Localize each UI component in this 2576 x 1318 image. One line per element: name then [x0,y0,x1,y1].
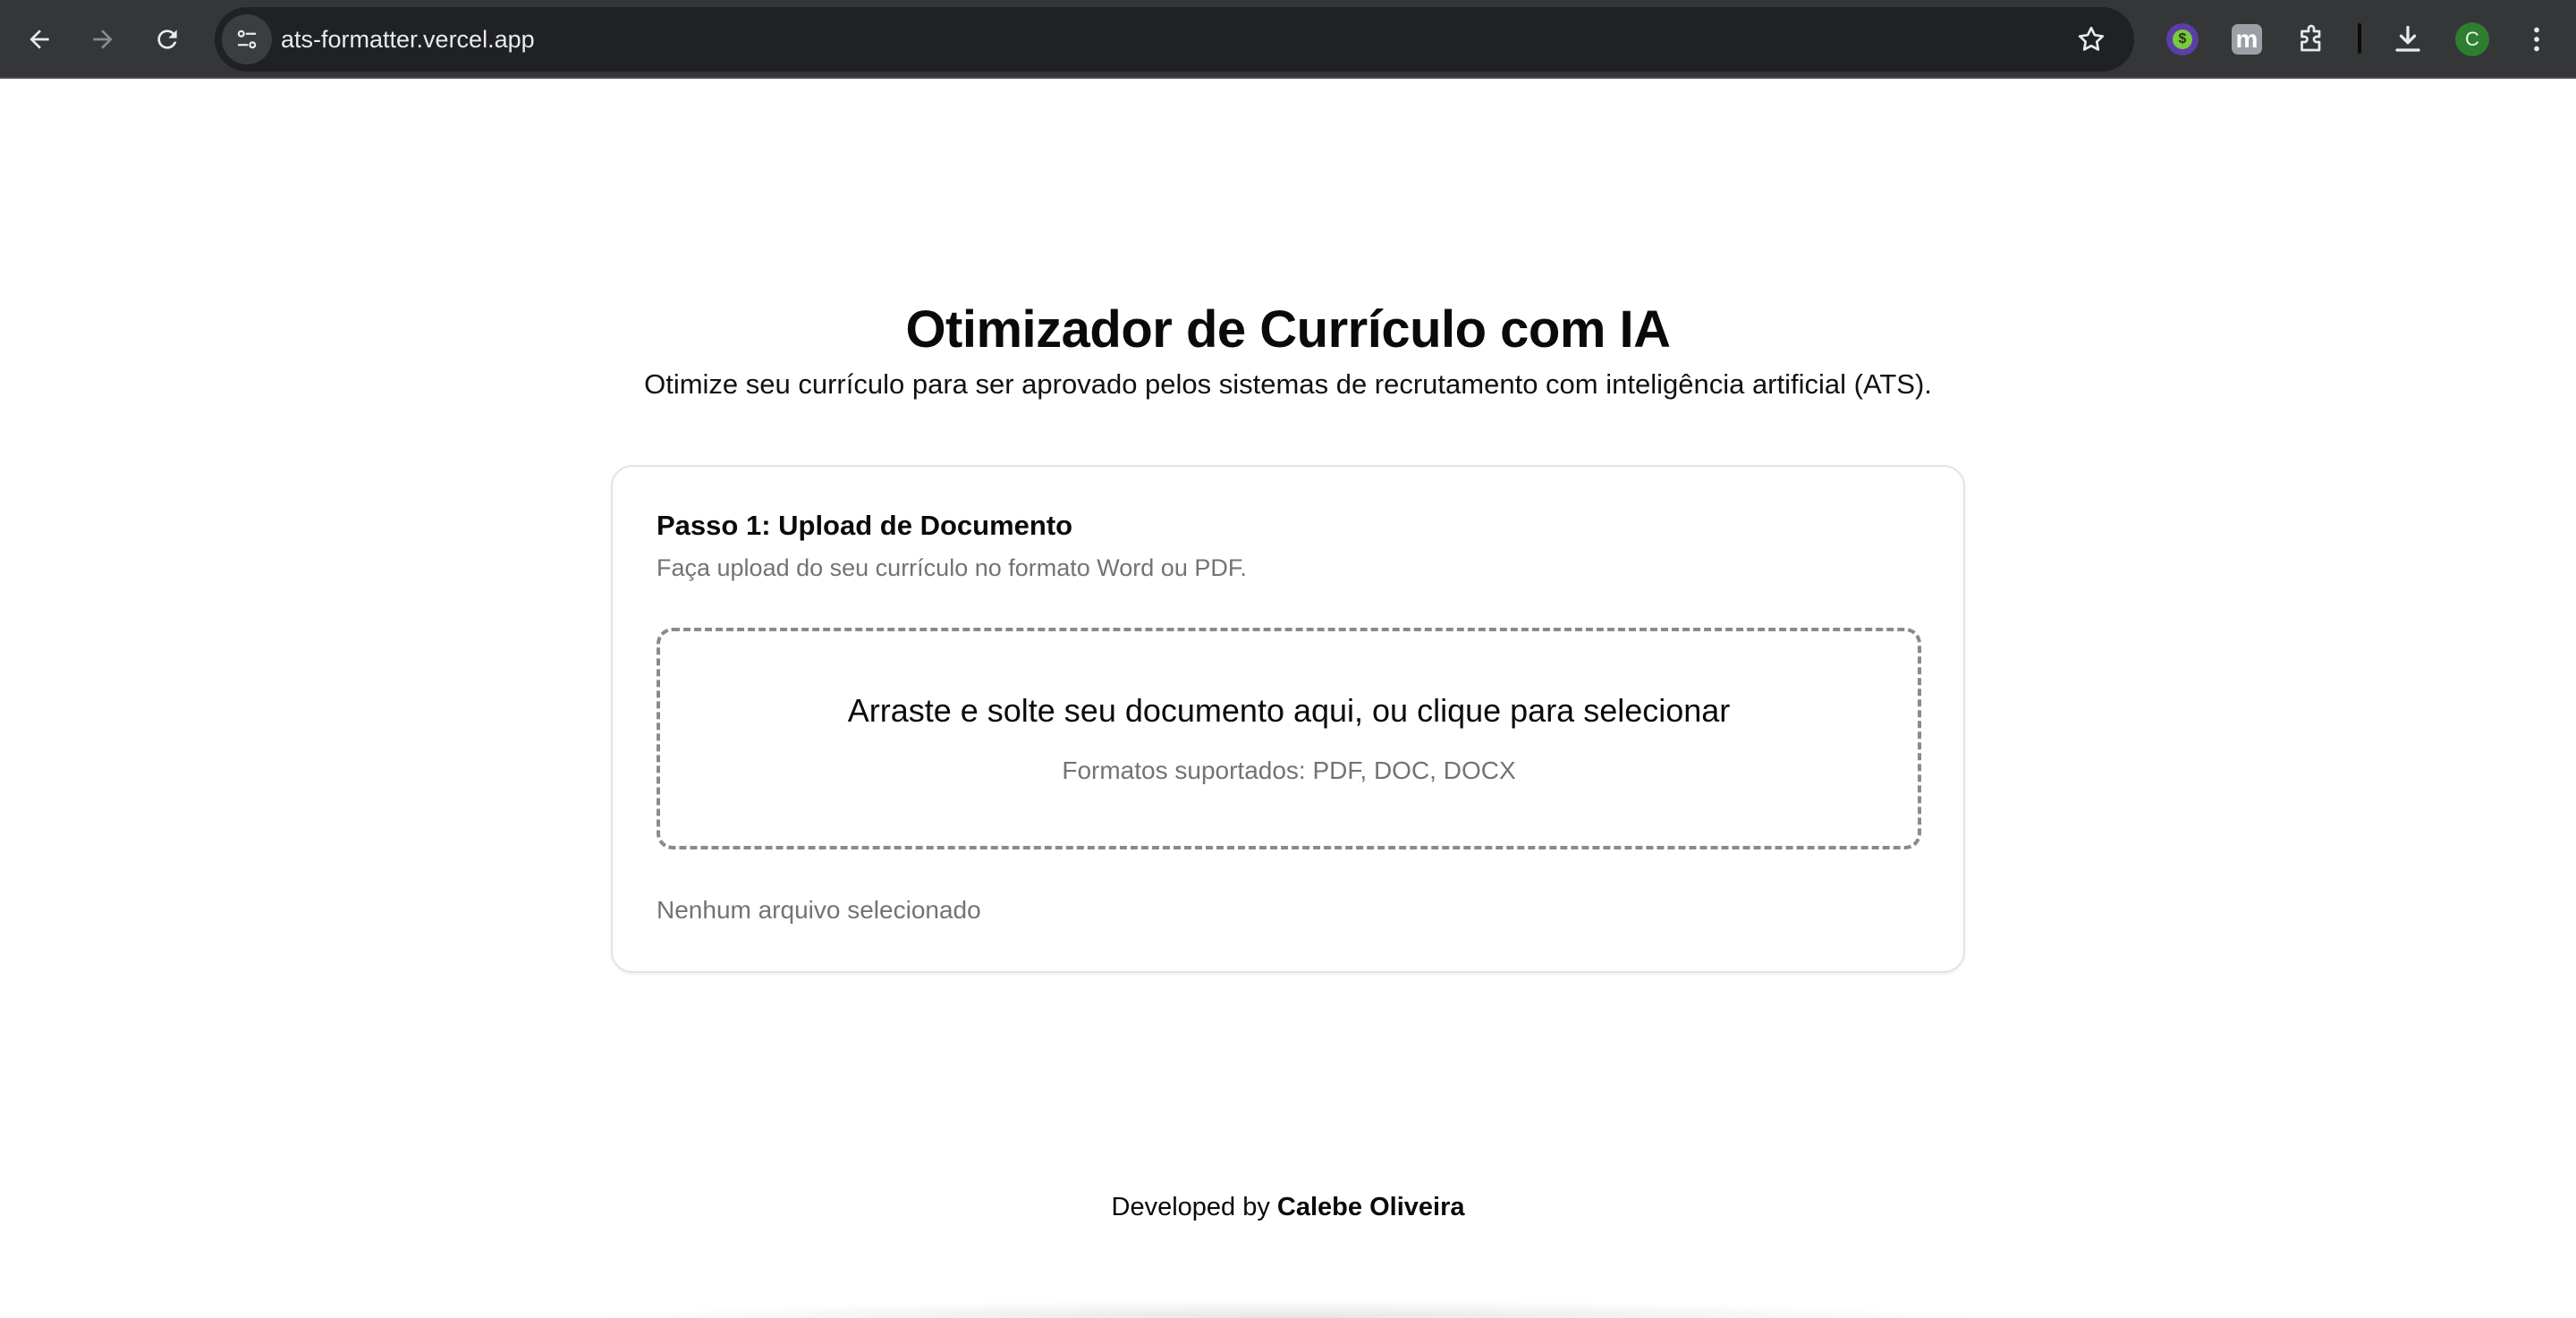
dollar-circle-icon: $ [2166,23,2199,55]
footer-author: Calebe Oliveira [1276,1193,1465,1221]
footer-prefix: Developed by [1111,1193,1270,1221]
back-button[interactable] [18,18,61,61]
bottom-shadow [590,1300,1986,1318]
file-dropzone[interactable]: Arraste e solte seu documento aqui, ou c… [657,628,1921,849]
m-logo-icon: m [2232,24,2262,55]
extension-m-button[interactable]: m [2229,21,2265,57]
star-icon[interactable] [2075,23,2107,55]
url-text[interactable]: ats-formatter.vercel.app [281,7,535,72]
upload-card: Passo 1: Upload de Documento Faça upload… [611,465,1965,973]
toolbar-divider [2358,23,2361,54]
card-title: Passo 1: Upload de Documento [657,510,1073,541]
kebab-menu-icon [2534,27,2539,52]
page-subtitle: Otimize seu currículo para ser aprovado … [644,368,1932,400]
tune-icon [237,30,257,49]
forward-button[interactable] [81,18,124,61]
extension-dollar-button[interactable]: $ [2165,21,2200,57]
browser-menu-button[interactable] [2519,21,2555,57]
page-title: Otimizador de Currículo com IA [905,300,1671,359]
dollar-symbol: $ [2173,30,2192,49]
arrow-left-icon [30,30,49,49]
avatar-initial: C [2465,28,2479,50]
extensions-button[interactable] [2293,21,2329,57]
reload-button[interactable] [146,18,189,61]
arrow-right-icon [93,30,113,49]
downloads-button[interactable] [2390,21,2426,57]
address-bar[interactable]: ats-formatter.vercel.app [215,7,2134,72]
profile-button[interactable]: C [2454,21,2490,57]
dropzone-label: Arraste e solte seu documento aqui, ou c… [847,692,1731,729]
card-description: Faça upload do seu currículo no formato … [657,554,1247,581]
browser-toolbar: ats-formatter.vercel.app $ m C [0,0,2576,79]
footer: Developed by Calebe Oliveira [0,1193,2576,1222]
download-icon [2395,25,2420,52]
site-info-button[interactable] [222,14,272,64]
page-content: Otimizador de Currículo com IA Otimize s… [0,80,2576,1318]
reload-icon [157,30,177,49]
file-status: Nenhum arquivo selecionado [657,896,981,924]
dropzone-formats: Formatos suportados: PDF, DOC, DOCX [1062,756,1516,784]
m-letter: m [2235,25,2258,53]
puzzle-icon [2301,24,2321,52]
avatar: C [2455,22,2489,56]
